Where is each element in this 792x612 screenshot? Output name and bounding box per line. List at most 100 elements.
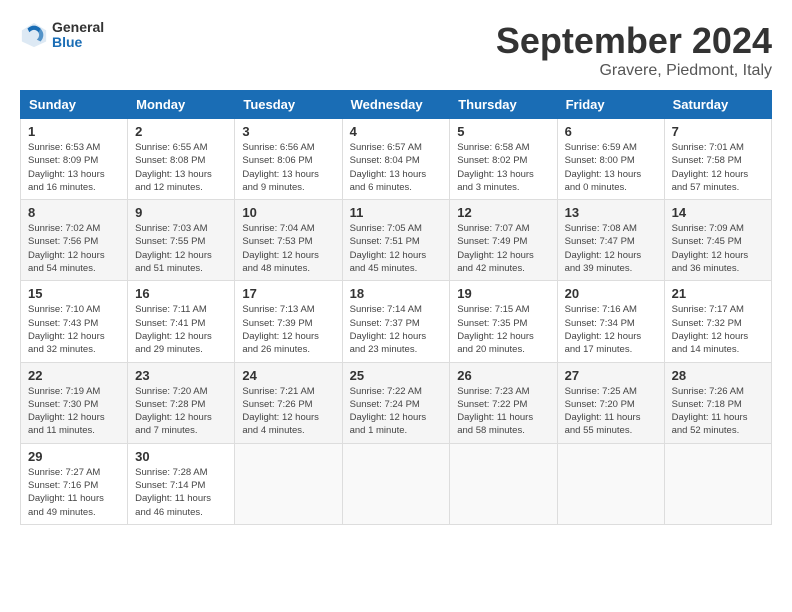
day-info: Sunrise: 6:55 AMSunset: 8:08 PMDaylight:… bbox=[135, 141, 227, 194]
logo-icon bbox=[20, 21, 48, 49]
day-info: Sunrise: 7:05 AMSunset: 7:51 PMDaylight:… bbox=[350, 222, 443, 275]
day-number: 24 bbox=[242, 368, 334, 383]
day-info: Sunrise: 6:59 AMSunset: 8:00 PMDaylight:… bbox=[565, 141, 657, 194]
calendar-cell: 17 Sunrise: 7:13 AMSunset: 7:39 PMDayligh… bbox=[235, 281, 342, 362]
weekday-header-tuesday: Tuesday bbox=[235, 91, 342, 119]
calendar-cell: 6 Sunrise: 6:59 AMSunset: 8:00 PMDaylight… bbox=[557, 119, 664, 200]
calendar-cell: 25 Sunrise: 7:22 AMSunset: 7:24 PMDayligh… bbox=[342, 362, 450, 443]
calendar-cell: 20 Sunrise: 7:16 AMSunset: 7:34 PMDayligh… bbox=[557, 281, 664, 362]
calendar-cell: 10 Sunrise: 7:04 AMSunset: 7:53 PMDayligh… bbox=[235, 200, 342, 281]
day-number: 2 bbox=[135, 124, 227, 139]
day-number: 28 bbox=[672, 368, 764, 383]
day-number: 7 bbox=[672, 124, 764, 139]
day-number: 25 bbox=[350, 368, 443, 383]
day-number: 23 bbox=[135, 368, 227, 383]
day-info: Sunrise: 7:04 AMSunset: 7:53 PMDaylight:… bbox=[242, 222, 334, 275]
logo-general: General bbox=[52, 20, 104, 35]
calendar-cell bbox=[342, 443, 450, 524]
calendar-cell: 29 Sunrise: 7:27 AMSunset: 7:16 PMDayligh… bbox=[21, 443, 128, 524]
weekday-header-friday: Friday bbox=[557, 91, 664, 119]
calendar-cell bbox=[664, 443, 771, 524]
logo-text: General Blue bbox=[52, 20, 104, 51]
calendar-cell: 19Sunrise: 7:15 AMSunset: 7:35 PMDayligh… bbox=[450, 281, 557, 362]
day-info: Sunrise: 7:10 AMSunset: 7:43 PMDaylight:… bbox=[28, 303, 120, 356]
day-number: 10 bbox=[242, 205, 334, 220]
day-number: 13 bbox=[565, 205, 657, 220]
calendar-cell: 27 Sunrise: 7:25 AMSunset: 7:20 PMDayligh… bbox=[557, 362, 664, 443]
day-number: 16 bbox=[135, 286, 227, 301]
calendar-table: SundayMondayTuesdayWednesdayThursdayFrid… bbox=[20, 90, 772, 525]
calendar-cell: 1 Sunrise: 6:53 AMSunset: 8:09 PMDaylight… bbox=[21, 119, 128, 200]
day-number: 3 bbox=[242, 124, 334, 139]
day-number: 30 bbox=[135, 449, 227, 464]
calendar-cell: 8Sunrise: 7:02 AMSunset: 7:56 PMDaylight… bbox=[21, 200, 128, 281]
day-info: Sunrise: 7:28 AMSunset: 7:14 PMDaylight:… bbox=[135, 466, 227, 519]
day-number: 17 bbox=[242, 286, 334, 301]
day-info: Sunrise: 7:21 AMSunset: 7:26 PMDaylight:… bbox=[242, 385, 334, 438]
day-info: Sunrise: 6:58 AMSunset: 8:02 PMDaylight:… bbox=[457, 141, 549, 194]
calendar-cell: 11 Sunrise: 7:05 AMSunset: 7:51 PMDayligh… bbox=[342, 200, 450, 281]
day-info: Sunrise: 6:56 AMSunset: 8:06 PMDaylight:… bbox=[242, 141, 334, 194]
calendar-cell: 3 Sunrise: 6:56 AMSunset: 8:06 PMDaylight… bbox=[235, 119, 342, 200]
day-number: 22 bbox=[28, 368, 120, 383]
calendar-cell: 30 Sunrise: 7:28 AMSunset: 7:14 PMDayligh… bbox=[128, 443, 235, 524]
day-info: Sunrise: 7:03 AMSunset: 7:55 PMDaylight:… bbox=[135, 222, 227, 275]
location-subtitle: Gravere, Piedmont, Italy bbox=[496, 62, 772, 80]
calendar-cell: 16 Sunrise: 7:11 AMSunset: 7:41 PMDayligh… bbox=[128, 281, 235, 362]
day-info: Sunrise: 6:53 AMSunset: 8:09 PMDaylight:… bbox=[28, 141, 120, 194]
day-number: 14 bbox=[672, 205, 764, 220]
day-info: Sunrise: 7:07 AMSunset: 7:49 PMDaylight:… bbox=[457, 222, 549, 275]
weekday-header-saturday: Saturday bbox=[664, 91, 771, 119]
day-number: 20 bbox=[565, 286, 657, 301]
day-number: 21 bbox=[672, 286, 764, 301]
calendar-cell: 4 Sunrise: 6:57 AMSunset: 8:04 PMDaylight… bbox=[342, 119, 450, 200]
day-number: 5 bbox=[457, 124, 549, 139]
calendar-cell: 28Sunrise: 7:26 AMSunset: 7:18 PMDayligh… bbox=[664, 362, 771, 443]
calendar-cell: 15Sunrise: 7:10 AMSunset: 7:43 PMDayligh… bbox=[21, 281, 128, 362]
calendar-cell bbox=[235, 443, 342, 524]
day-info: Sunrise: 7:17 AMSunset: 7:32 PMDaylight:… bbox=[672, 303, 764, 356]
day-info: Sunrise: 7:14 AMSunset: 7:37 PMDaylight:… bbox=[350, 303, 443, 356]
weekday-header-thursday: Thursday bbox=[450, 91, 557, 119]
day-info: Sunrise: 7:11 AMSunset: 7:41 PMDaylight:… bbox=[135, 303, 227, 356]
day-info: Sunrise: 6:57 AMSunset: 8:04 PMDaylight:… bbox=[350, 141, 443, 194]
day-info: Sunrise: 7:27 AMSunset: 7:16 PMDaylight:… bbox=[28, 466, 120, 519]
day-number: 1 bbox=[28, 124, 120, 139]
calendar-cell bbox=[450, 443, 557, 524]
calendar-cell: 7Sunrise: 7:01 AMSunset: 7:58 PMDaylight… bbox=[664, 119, 771, 200]
calendar-cell: 23 Sunrise: 7:20 AMSunset: 7:28 PMDayligh… bbox=[128, 362, 235, 443]
day-info: Sunrise: 7:22 AMSunset: 7:24 PMDaylight:… bbox=[350, 385, 443, 438]
logo-blue: Blue bbox=[52, 35, 104, 50]
calendar-cell bbox=[557, 443, 664, 524]
calendar-cell: 21 Sunrise: 7:17 AMSunset: 7:32 PMDayligh… bbox=[664, 281, 771, 362]
day-info: Sunrise: 7:09 AMSunset: 7:45 PMDaylight:… bbox=[672, 222, 764, 275]
day-info: Sunrise: 7:23 AMSunset: 7:22 PMDaylight:… bbox=[457, 385, 549, 438]
calendar-cell: 13 Sunrise: 7:08 AMSunset: 7:47 PMDayligh… bbox=[557, 200, 664, 281]
logo: General Blue bbox=[20, 20, 104, 51]
day-info: Sunrise: 7:20 AMSunset: 7:28 PMDaylight:… bbox=[135, 385, 227, 438]
day-info: Sunrise: 7:13 AMSunset: 7:39 PMDaylight:… bbox=[242, 303, 334, 356]
calendar-cell: 14 Sunrise: 7:09 AMSunset: 7:45 PMDayligh… bbox=[664, 200, 771, 281]
day-info: Sunrise: 7:15 AMSunset: 7:35 PMDaylight:… bbox=[457, 303, 549, 356]
calendar-cell: 26 Sunrise: 7:23 AMSunset: 7:22 PMDayligh… bbox=[450, 362, 557, 443]
calendar-cell: 24 Sunrise: 7:21 AMSunset: 7:26 PMDayligh… bbox=[235, 362, 342, 443]
day-number: 18 bbox=[350, 286, 443, 301]
title-block: September 2024 Gravere, Piedmont, Italy bbox=[496, 20, 772, 80]
day-info: Sunrise: 7:25 AMSunset: 7:20 PMDaylight:… bbox=[565, 385, 657, 438]
day-number: 26 bbox=[457, 368, 549, 383]
calendar-cell: 5 Sunrise: 6:58 AMSunset: 8:02 PMDaylight… bbox=[450, 119, 557, 200]
page-header: General Blue September 2024 Gravere, Pie… bbox=[20, 20, 772, 80]
day-number: 29 bbox=[28, 449, 120, 464]
day-number: 11 bbox=[350, 205, 443, 220]
day-info: Sunrise: 7:02 AMSunset: 7:56 PMDaylight:… bbox=[28, 222, 120, 275]
month-title: September 2024 bbox=[496, 20, 772, 62]
day-info: Sunrise: 7:16 AMSunset: 7:34 PMDaylight:… bbox=[565, 303, 657, 356]
calendar-cell: 12 Sunrise: 7:07 AMSunset: 7:49 PMDayligh… bbox=[450, 200, 557, 281]
day-number: 27 bbox=[565, 368, 657, 383]
day-number: 6 bbox=[565, 124, 657, 139]
day-number: 4 bbox=[350, 124, 443, 139]
calendar-cell: 22Sunrise: 7:19 AMSunset: 7:30 PMDayligh… bbox=[21, 362, 128, 443]
weekday-header-wednesday: Wednesday bbox=[342, 91, 450, 119]
day-number: 12 bbox=[457, 205, 549, 220]
day-info: Sunrise: 7:08 AMSunset: 7:47 PMDaylight:… bbox=[565, 222, 657, 275]
